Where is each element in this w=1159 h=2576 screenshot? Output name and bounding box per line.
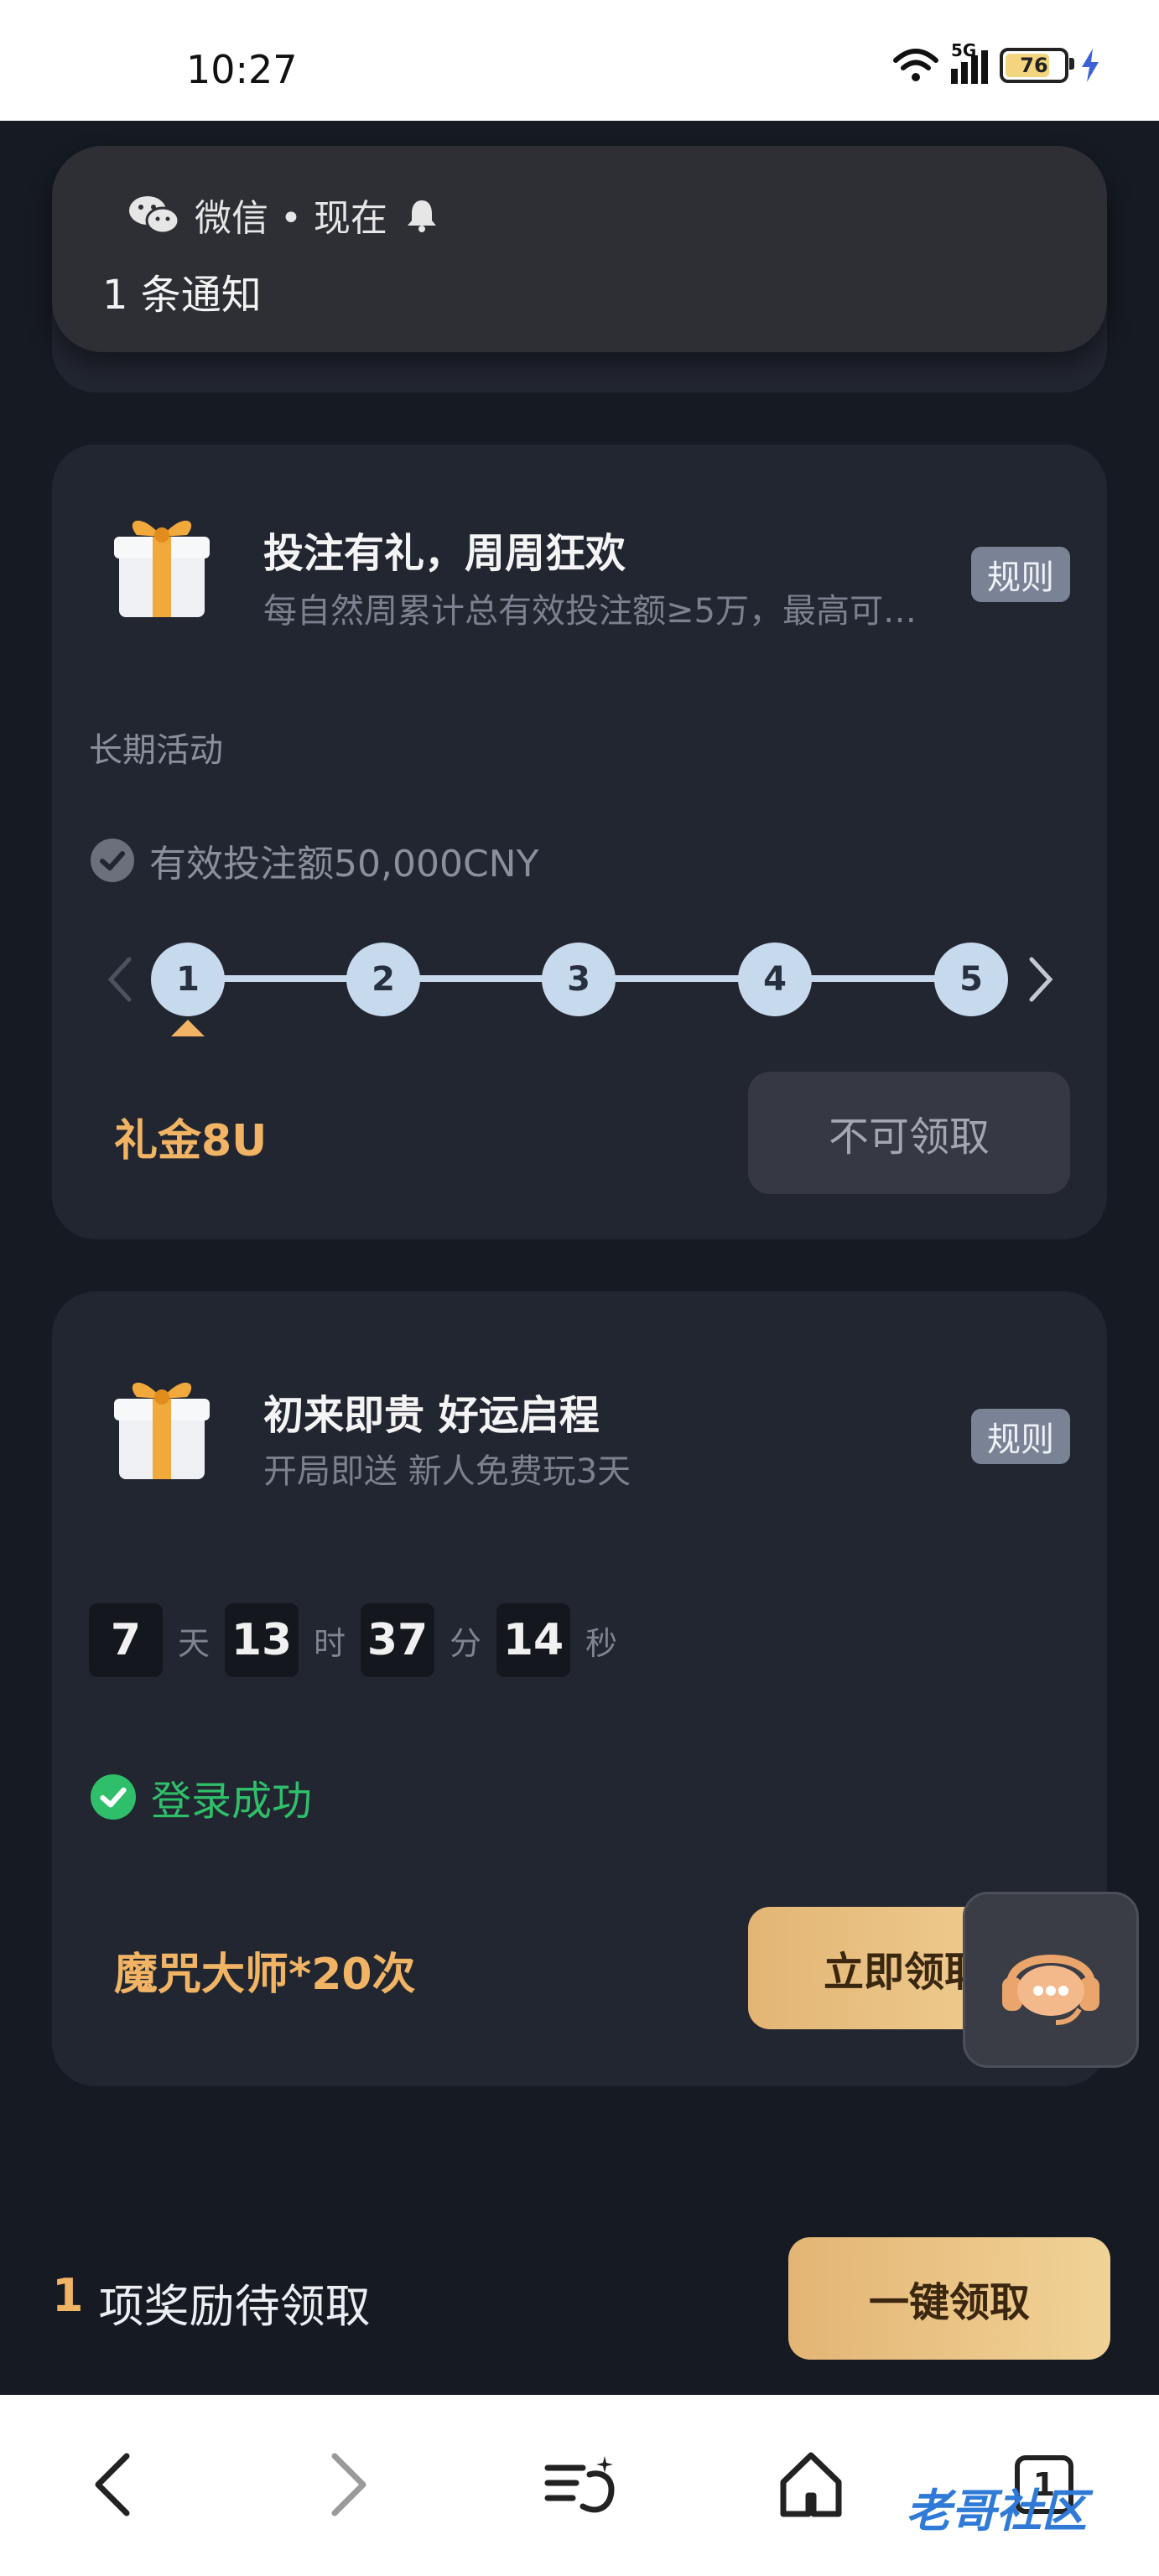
countdown-hours-unit: 时	[314, 1624, 346, 1662]
step-4[interactable]: 4	[738, 943, 812, 1016]
watermark-logo: 老哥社区	[906, 2485, 1087, 2537]
wechat-icon	[129, 196, 179, 235]
step-1[interactable]: 1	[151, 943, 225, 1016]
rules-button[interactable]: 规则	[971, 547, 1070, 602]
battery-icon: 76	[1000, 48, 1074, 83]
arrow-left-icon	[95, 2453, 130, 2516]
pending-rewards: 1 项奖励待领取	[52, 2269, 371, 2335]
countdown-days: 7	[89, 1603, 163, 1677]
status-text: 登录成功	[151, 1778, 313, 1825]
pending-text: 项奖励待领取	[98, 2280, 371, 2333]
headset-chat-icon	[1002, 1955, 1099, 2025]
countdown-days-unit: 天	[178, 1624, 210, 1662]
customer-service-button[interactable]	[963, 1892, 1139, 2068]
card-title: 初来即贵 好运启程	[263, 1392, 600, 1439]
wifi-icon	[893, 49, 938, 81]
battery-level: 76	[1020, 54, 1048, 77]
card-description: 每自然周累计总有效投注额≥5万，最高可…	[263, 592, 917, 631]
status-row: 登录成功	[91, 1768, 312, 1826]
arrow-right-icon	[331, 2453, 366, 2516]
countdown-seconds: 14	[496, 1603, 571, 1677]
step-pointer-icon	[171, 1020, 205, 1036]
step-3[interactable]: 3	[542, 943, 616, 1016]
card-title: 投注有礼，周周狂欢	[263, 530, 626, 577]
claim-button-disabled[interactable]: 不可领取	[748, 1072, 1070, 1194]
status-icons: 5G 76	[892, 40, 1100, 84]
network-type: 5G	[951, 40, 977, 60]
clock: 10:27	[186, 47, 298, 92]
feed-button[interactable]	[533, 2438, 626, 2531]
bell-icon	[407, 200, 436, 232]
card-description: 开局即送 新人免费玩3天	[263, 1452, 631, 1491]
countdown-hours: 13	[225, 1603, 299, 1677]
condition-text: 有效投注额50,000CNY	[149, 843, 539, 886]
step-5[interactable]: 5	[934, 943, 1008, 1016]
status-bar: 10:27 5G 76	[0, 0, 1159, 121]
claim-all-button[interactable]: 一键领取	[788, 2237, 1110, 2360]
countdown-minutes: 37	[361, 1603, 435, 1677]
gift-icon	[114, 1382, 210, 1479]
check-circle-icon	[91, 839, 134, 882]
home-icon	[780, 2452, 842, 2517]
forward-button[interactable]	[302, 2438, 394, 2531]
pending-count: 1	[52, 2269, 84, 2322]
wechat-notification[interactable]	[52, 146, 1107, 352]
back-button[interactable]	[67, 2438, 159, 2531]
charging-icon	[1082, 49, 1099, 82]
signal-icon: 5G	[951, 40, 988, 84]
notification-header: 微信 • 现在	[127, 188, 441, 242]
gift-icon	[114, 520, 210, 617]
home-button[interactable]	[765, 2438, 857, 2531]
reward-label: 魔咒大师*20次	[114, 1950, 416, 2000]
reward-label: 礼金8U	[114, 1116, 268, 1166]
countdown-timer: 7 天 13 时 37 分 14 秒	[89, 1603, 632, 1677]
rules-button[interactable]: 规则	[971, 1409, 1070, 1464]
browser-nav-bar: 1 老哥社区	[0, 2395, 1159, 2576]
countdown-minutes-unit: 分	[450, 1624, 482, 1662]
feed-icon	[544, 2456, 615, 2513]
chevron-right-icon[interactable]	[1025, 956, 1057, 1003]
notification-app-label: 微信 • 现在	[195, 197, 387, 240]
chevron-left-icon[interactable]	[104, 956, 136, 1003]
check-circle-icon	[91, 1774, 136, 1820]
condition-row: 有效投注额50,000CNY	[91, 834, 538, 887]
countdown-seconds-unit: 秒	[585, 1624, 618, 1662]
activity-tag: 长期活动	[89, 731, 223, 770]
notification-text: 1 条通知	[102, 272, 262, 319]
step-2[interactable]: 2	[346, 943, 420, 1016]
